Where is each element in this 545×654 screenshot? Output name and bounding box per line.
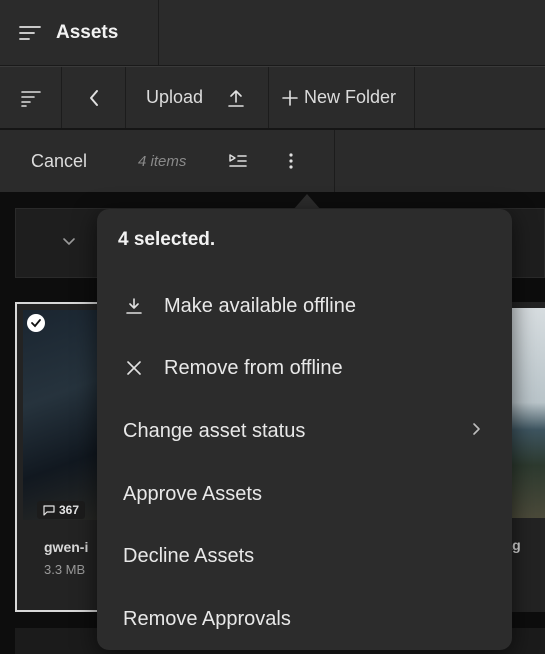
make-available-offline-item[interactable]: Make available offline [97,278,512,334]
popover-title: 4 selected. [118,229,216,250]
download-icon [123,297,145,315]
page-title: Assets [56,21,119,43]
menu-item-label: Change asset status [123,419,306,442]
asset-size: 3.3 MB [44,562,86,577]
cancel-button[interactable]: Cancel [31,151,87,172]
new-folder-label: New Folder [304,87,397,107]
menu-item-label: Remove Approvals [123,607,291,630]
header-title-cell: Assets [0,0,159,65]
more-vertical-icon[interactable] [288,151,294,171]
chevron-down-icon [62,237,76,247]
remove-from-offline-item[interactable]: Remove from offline [97,340,512,396]
upload-button[interactable]: Upload [126,67,269,128]
menu-item-label: Approve Assets [123,482,262,505]
asset-name: gwen-i [44,539,89,555]
selection-controls: Cancel 4 items [0,130,335,192]
new-folder-button[interactable]: New Folder [269,67,415,128]
app-header: Assets [0,0,545,66]
item-count: 4 items [138,152,187,170]
chevron-left-icon [87,88,101,108]
toolbar: Upload New Folder [0,66,545,130]
sort-button[interactable] [0,67,62,128]
plus-icon [282,89,298,106]
chevron-right-icon [472,421,482,437]
comment-count: 367 [59,503,80,517]
approve-assets-item[interactable]: Approve Assets [97,466,512,522]
asset-thumbnail [512,308,545,518]
menu-item-label: Remove from offline [164,356,343,379]
checkmark-icon[interactable] [27,314,45,332]
upload-label: Upload [146,87,204,107]
remove-approvals-item[interactable]: Remove Approvals [97,591,512,647]
actions-popover: 4 selected. Make available offline Remov… [97,209,512,650]
play-list-icon[interactable] [228,152,248,170]
comment-icon [43,504,55,516]
close-icon [123,360,145,376]
comment-badge: 367 [37,501,86,519]
decline-assets-item[interactable]: Decline Assets [97,528,512,584]
menu-item-label: Make available offline [164,294,356,317]
back-button[interactable] [62,67,126,128]
hamburger-icon[interactable] [18,23,42,43]
upload-icon [227,88,245,108]
popover-caret [293,194,321,210]
sort-icon [20,88,42,108]
menu-item-label: Decline Assets [123,544,255,567]
selection-bar: Cancel 4 items [0,130,545,192]
change-asset-status-item[interactable]: Change asset status [97,403,512,459]
